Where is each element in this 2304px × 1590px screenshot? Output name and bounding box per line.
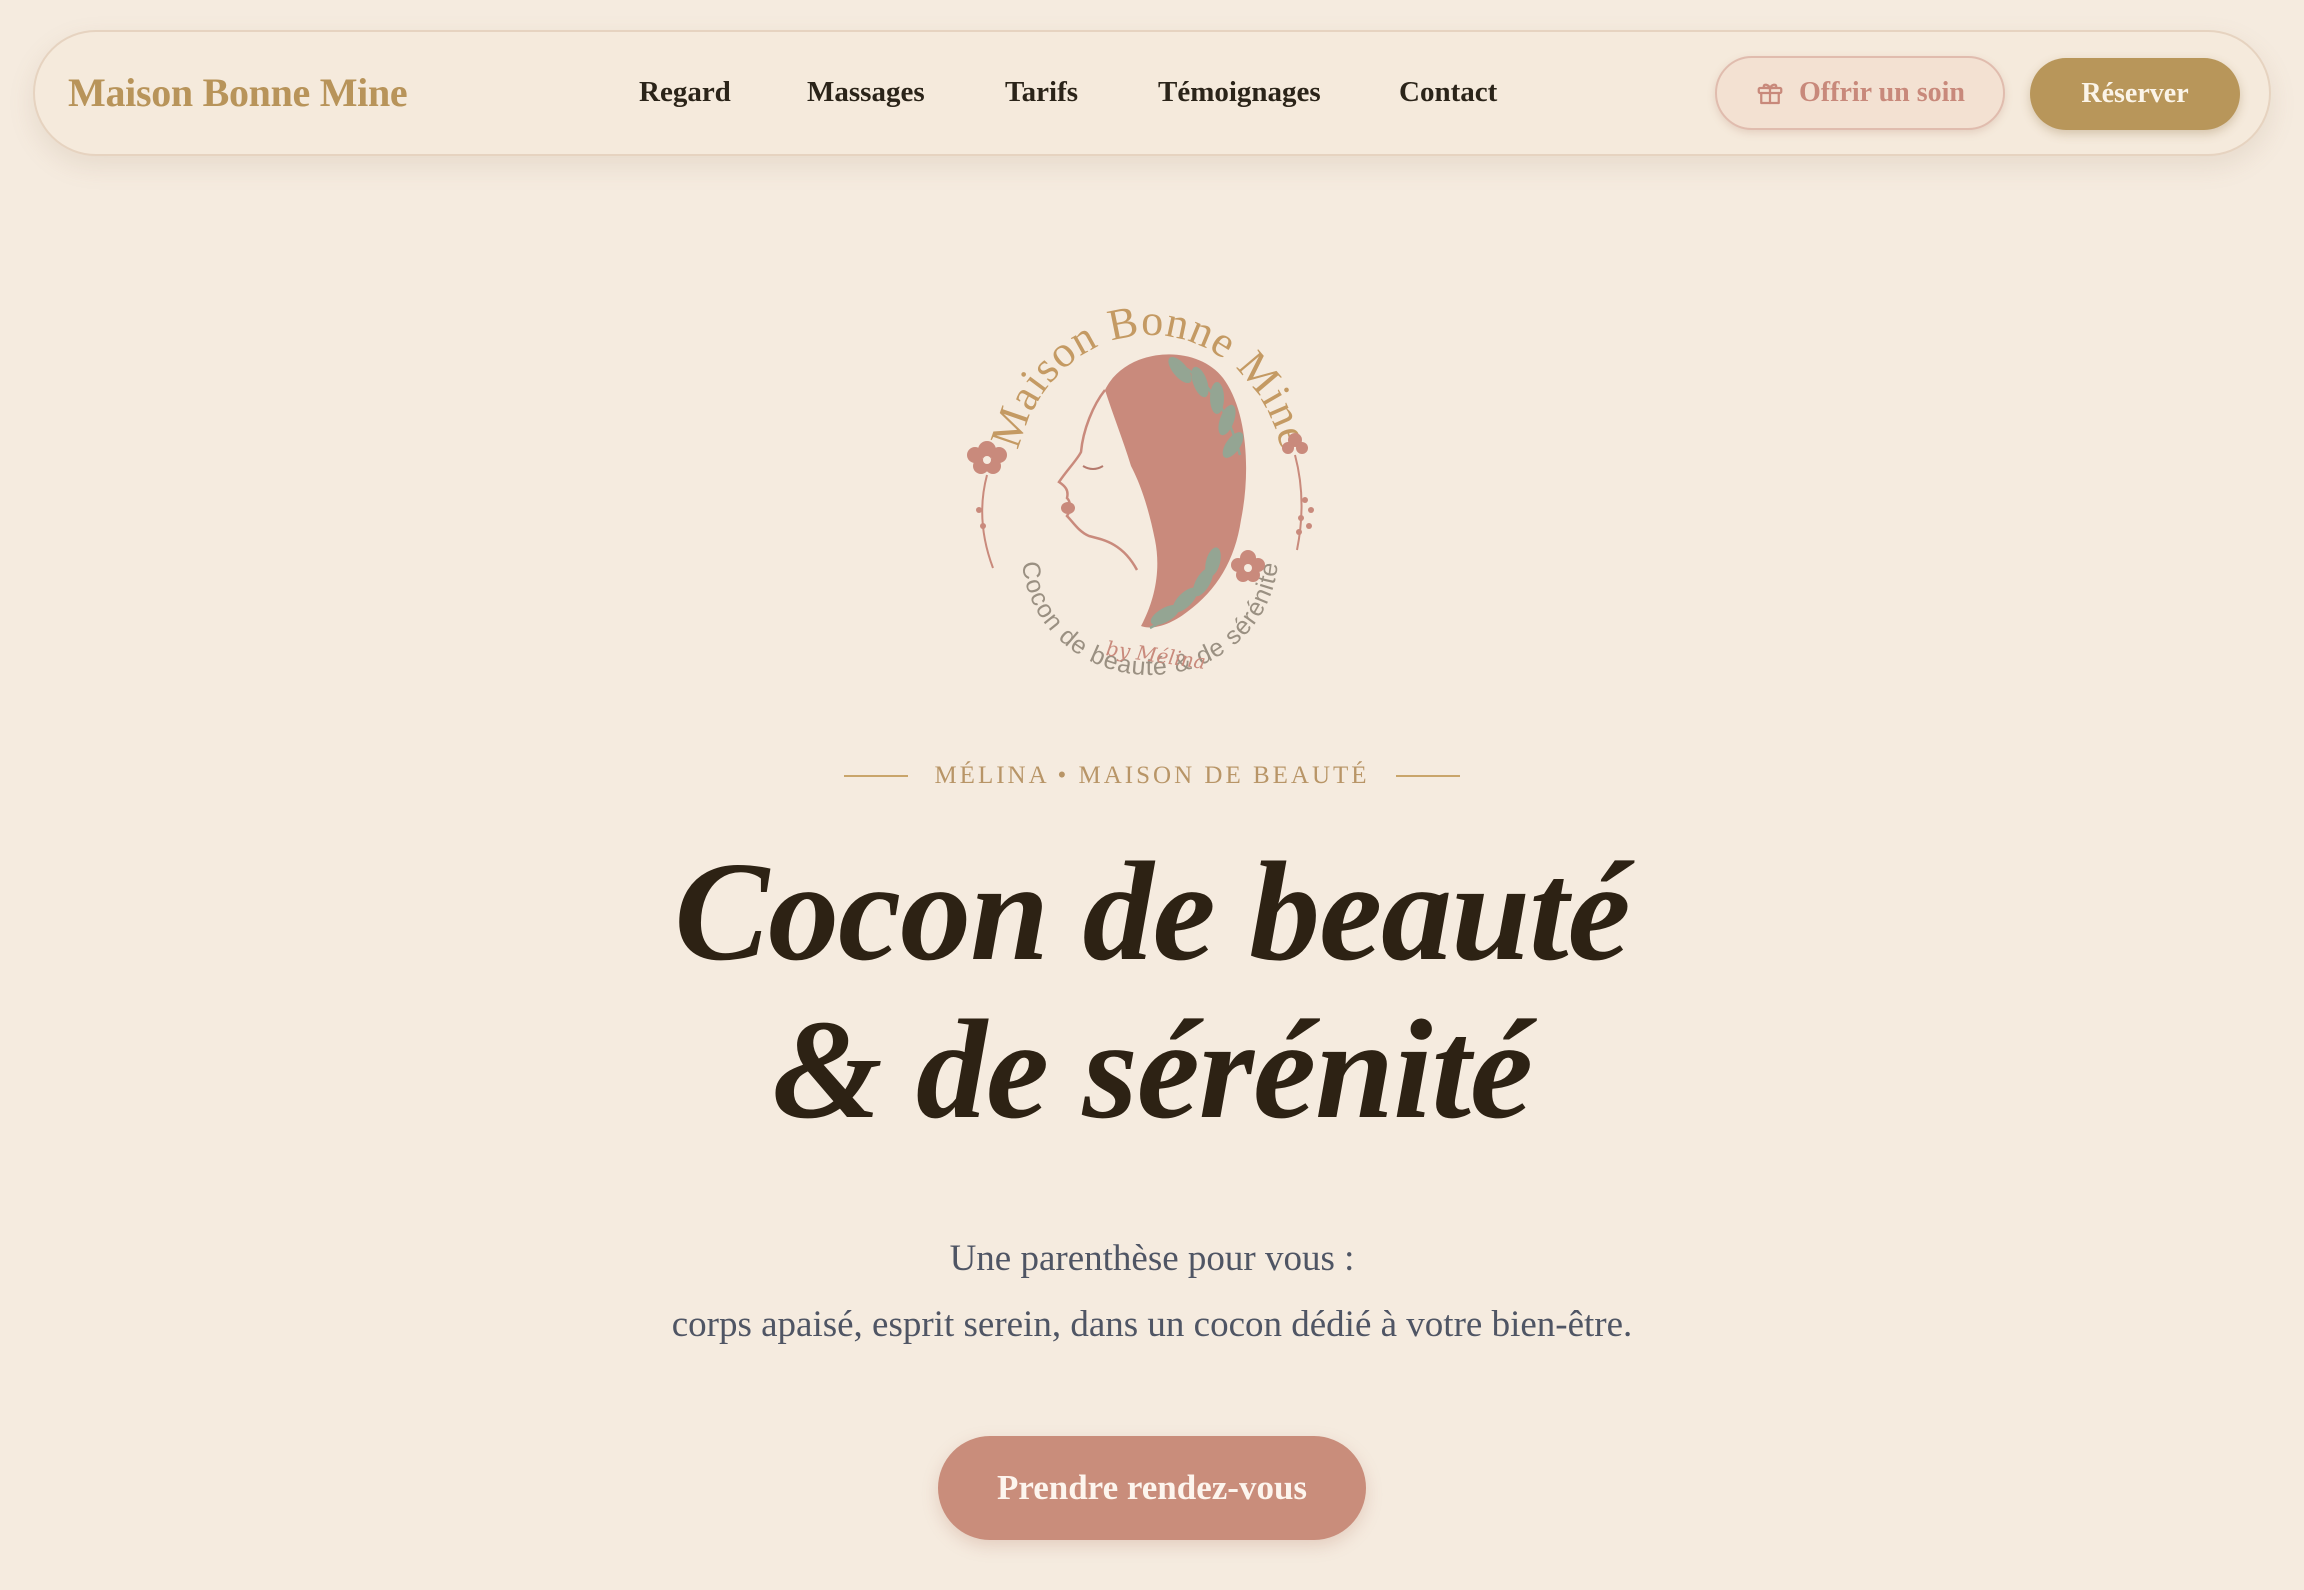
hero-subtitle-line-1: Une parenthèse pour vous : <box>949 1238 1355 1279</box>
nav-link-temoignages[interactable]: Témoignages <box>1158 76 1321 109</box>
eyebrow-text: MÉLINA • MAISON DE BEAUTÉ <box>934 762 1370 789</box>
hero-title-line-2: & de sérénité <box>772 990 1533 1148</box>
nav-link-regard[interactable]: Regard <box>639 76 731 109</box>
nav-link-contact[interactable]: Contact <box>1399 76 1497 109</box>
eyebrow-line-left <box>844 775 909 777</box>
gift-icon <box>1755 78 1785 108</box>
book-button[interactable]: Réserver <box>2030 58 2240 130</box>
hero-title: Cocon de beauté & de sérénité <box>0 832 2304 1148</box>
book-appointment-button[interactable]: Prendre rendez-vous <box>938 1436 1366 1540</box>
hero-subtitle-line-2: corps apaisé, esprit serein, dans un coc… <box>671 1304 1633 1345</box>
nav-link-massages[interactable]: Massages <box>807 76 925 109</box>
top-navbar: Maison Bonne Mine Regard Massages Tarifs… <box>33 30 2271 156</box>
offer-gift-button[interactable]: Offrir un soin <box>1715 56 2005 130</box>
eyebrow-line-right <box>1395 775 1460 777</box>
landing-page: Maison Bonne Mine Regard Massages Tarifs… <box>0 0 2304 1590</box>
offer-gift-label: Offrir un soin <box>1799 77 1965 108</box>
hero-eyebrow: MÉLINA • MAISON DE BEAUTÉ <box>0 762 2304 790</box>
nav-link-tarifs[interactable]: Tarifs <box>1005 76 1078 109</box>
hero-subtitle: Une parenthèse pour vous : corps apaisé,… <box>0 1226 2304 1358</box>
brand-emblem: Maison Bonne Mine Cocon de beauté & de s… <box>955 270 1345 710</box>
hero-title-line-1: Cocon de beauté <box>674 832 1630 990</box>
